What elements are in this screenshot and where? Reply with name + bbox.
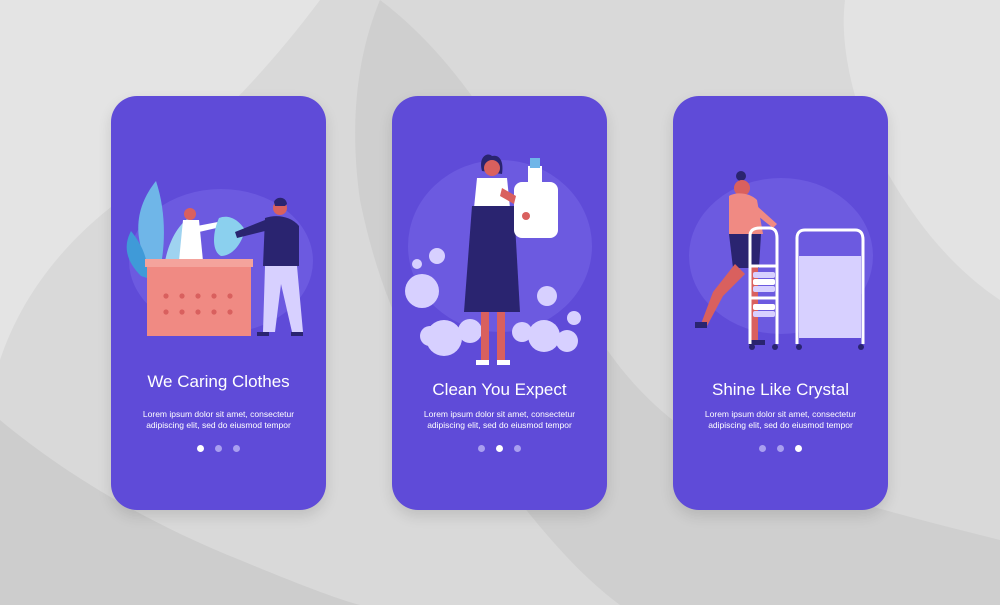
page-dot-3[interactable] <box>514 445 521 452</box>
onboarding-screen-3: Shine Like Crystal Lorem ipsum dolor sit… <box>673 96 888 510</box>
page-indicator <box>392 445 607 455</box>
page-dot-2[interactable] <box>215 445 222 452</box>
screen-title: Clean You Expect <box>432 380 567 399</box>
screen-description: Lorem ipsum dolor sit amet, consectetur … <box>704 409 857 430</box>
onboarding-screen-1: We Caring Clothes Lorem ipsum dolor sit … <box>111 96 326 510</box>
laundry-illustration <box>126 181 313 336</box>
onboarding-screen-2: Clean You Expect Lorem ipsum dolor sit a… <box>392 96 607 510</box>
page-dot-3[interactable] <box>233 445 240 452</box>
page-dot-1[interactable] <box>759 445 766 452</box>
page-dot-1[interactable] <box>478 445 485 452</box>
page-dot-2[interactable] <box>777 445 784 452</box>
page-indicator <box>111 445 326 455</box>
page-indicator <box>673 445 888 455</box>
screen-description: Lorem ipsum dolor sit amet, consectetur … <box>142 409 295 430</box>
screen-description: Lorem ipsum dolor sit amet, consectetur … <box>423 409 576 430</box>
screen-title: Shine Like Crystal <box>711 380 849 399</box>
detergent-illustration <box>405 154 592 365</box>
page-dot-1[interactable] <box>197 445 204 452</box>
linen-cart-illustration <box>689 171 873 350</box>
screen-title: We Caring Clothes <box>147 372 290 391</box>
page-dot-3[interactable] <box>795 445 802 452</box>
page-dot-2[interactable] <box>496 445 503 452</box>
